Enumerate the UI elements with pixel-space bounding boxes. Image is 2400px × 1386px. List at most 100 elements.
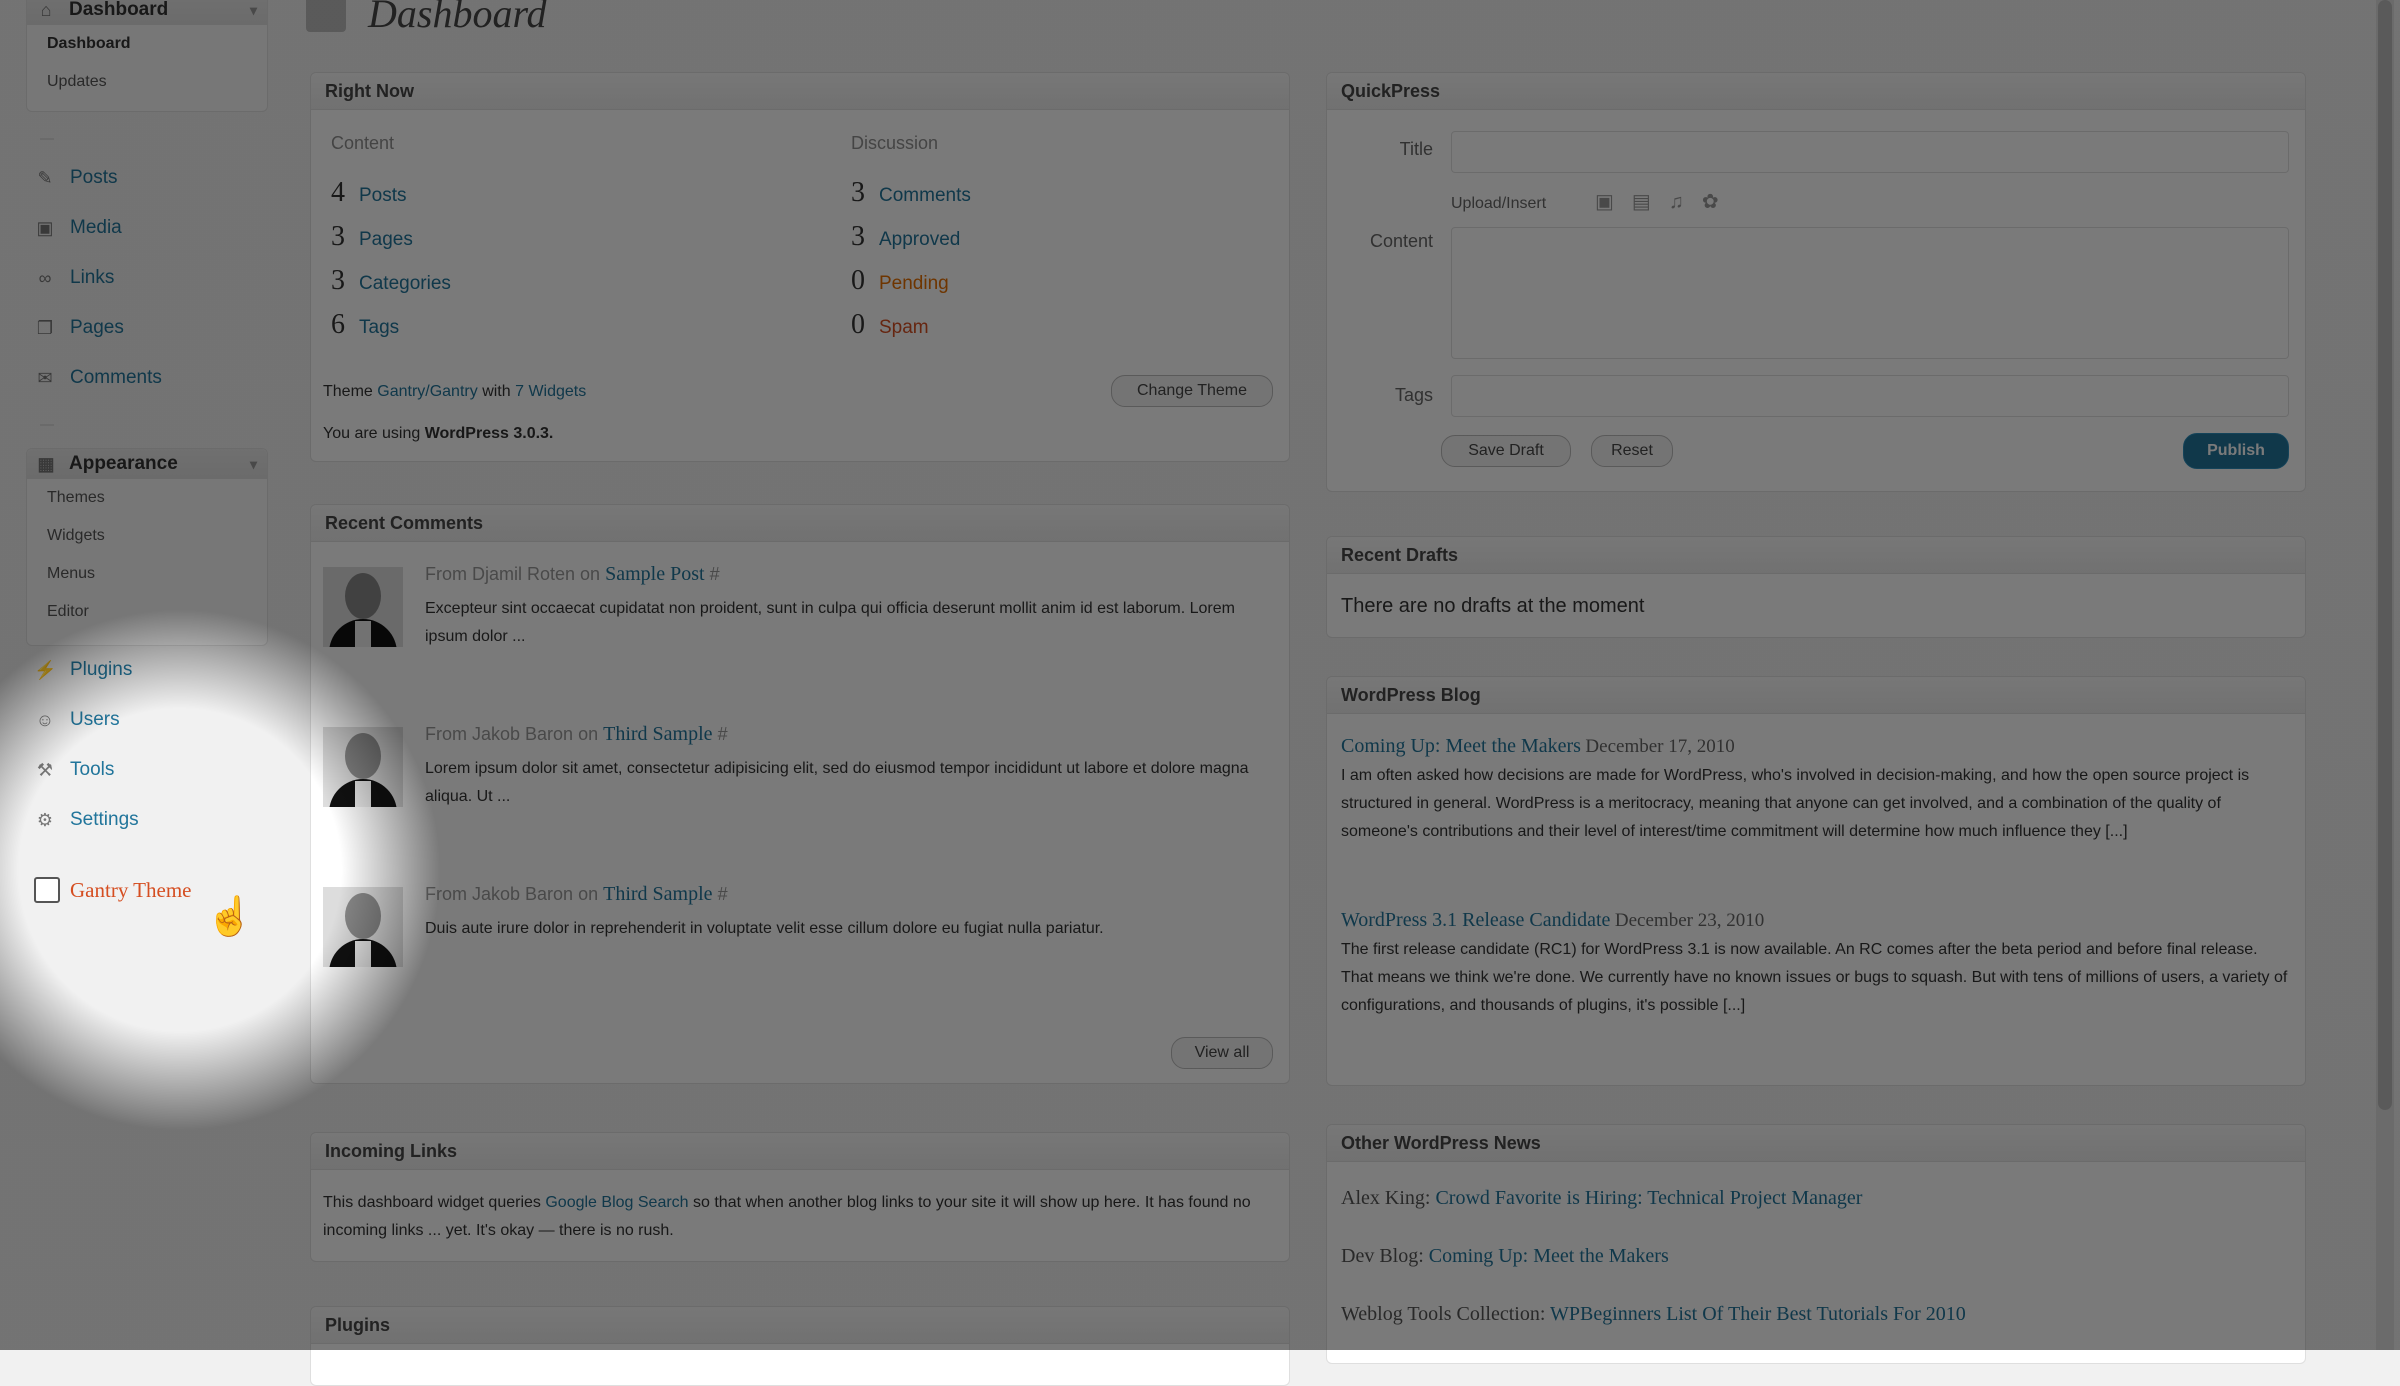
comment-item: From Jakob Baron on Third Sample # Duis … [311,877,1291,1027]
recent-drafts-title[interactable]: Recent Drafts [1327,537,2305,574]
tags-input[interactable] [1451,375,2289,417]
other-news-title[interactable]: Other WordPress News [1327,1125,2305,1162]
menu-comments[interactable]: ✉ Comments [26,356,266,400]
content-label: Content [1369,231,1433,251]
widgets-link[interactable]: 7 Widgets [515,383,586,400]
media-icon[interactable]: ✿ [1702,191,1737,213]
upload-insert-label: Upload/Insert [1451,195,1547,212]
content-textarea[interactable] [1451,227,2289,359]
stat-count: 0 [851,309,865,340]
menu-settings[interactable]: ⚙ Settings [26,798,266,842]
stat-label: Categories [359,273,451,294]
blog-post: Coming Up: Meet the Makers December 17, … [1341,735,2291,846]
comment-hash: # [717,884,728,904]
audio-icon[interactable]: ♫ [1669,191,1702,213]
stat-approved[interactable]: 3 Approved [851,221,960,253]
news-title-link[interactable]: WPBeginners List Of Their Best Tutorials… [1550,1303,1966,1325]
blog-post-title-link[interactable]: WordPress 3.1 Release Candidate [1341,909,1610,931]
view-all-button[interactable]: View all [1171,1037,1273,1069]
comment-on: on [578,724,599,744]
right-now-title[interactable]: Right Now [311,73,1289,110]
submenu-menus[interactable]: Menus [27,555,267,593]
stat-count: 3 [851,221,865,252]
settings-icon: ⚙ [36,810,54,830]
menu-pages[interactable]: ❐ Pages [26,306,266,350]
video-icon[interactable]: ▤ [1632,191,1669,213]
menu-tools[interactable]: ⚒ Tools [26,748,266,792]
menu-links[interactable]: ∞ Links [26,256,266,300]
plugins-widget: Plugins [310,1306,1290,1386]
users-icon: ☺ [35,710,55,730]
wordpress-blog-title[interactable]: WordPress Blog [1327,677,2305,714]
comment-author[interactable]: From Jakob Baron [425,884,573,904]
menu-media[interactable]: ▣ Media [26,206,266,250]
theme-name-link[interactable]: Gantry/Gantry [377,383,477,400]
menu-dashboard-label: Dashboard [69,0,169,20]
submenu-widgets[interactable]: Widgets [27,517,267,555]
comment-item: From Djamil Roten on Sample Post # Excep… [311,557,1291,707]
comment-on: on [580,564,601,584]
right-now-widget: Right Now Content Discussion 4 Posts 3 Pag… [310,72,1290,462]
stat-count: 3 [331,265,345,296]
stat-spam[interactable]: 0 Spam [851,309,929,341]
stat-posts[interactable]: 4 Posts [331,177,407,209]
incoming-links-text: This dashboard widget queries Google Blo… [323,1189,1273,1245]
google-blog-search-link[interactable]: Google Blog Search [545,1194,688,1211]
stat-count: 0 [851,265,865,296]
comment-post-link[interactable]: Third Sample [603,723,712,745]
menu-users[interactable]: ☺ Users [26,698,266,742]
news-title-link[interactable]: Crowd Favorite is Hiring: Technical Proj… [1435,1187,1862,1209]
blog-post-excerpt: The first release candidate (RC1) for Wo… [1341,941,2288,1014]
admin-sidebar: ⌂ Dashboard ▾ Dashboard Updates ✎ Posts … [0,0,300,1350]
chevron-down-icon[interactable]: ▾ [250,449,257,479]
recent-comments-title[interactable]: Recent Comments [311,505,1289,542]
menu-separator [40,138,54,140]
comment-author[interactable]: From Jakob Baron [425,724,573,744]
other-news-widget: Other WordPress News Alex King: Crowd Fa… [1326,1124,2306,1364]
title-input[interactable] [1451,131,2289,173]
change-theme-button[interactable]: Change Theme [1111,375,1273,407]
submenu-updates[interactable]: Updates [27,63,267,101]
plugins-title[interactable]: Plugins [311,1307,1289,1344]
news-title-link[interactable]: Coming Up: Meet the Makers [1429,1245,1669,1267]
comment-text: Excepteur sint occaecat cupidatat non pr… [425,600,1235,645]
menu-plugins-label: Plugins [70,659,133,680]
comment-post-link[interactable]: Third Sample [603,883,712,905]
blog-post-title-link[interactable]: Coming Up: Meet the Makers [1341,735,1581,757]
menu-links-label: Links [70,267,115,288]
reset-button[interactable]: Reset [1591,435,1673,467]
menu-appearance[interactable]: ▦ Appearance ▾ [27,449,267,479]
chevron-down-icon[interactable]: ▾ [250,0,257,25]
submenu-themes[interactable]: Themes [27,479,267,517]
menu-dashboard[interactable]: ⌂ Dashboard ▾ [27,0,267,25]
stat-pending[interactable]: 0 Pending [851,265,949,297]
save-draft-button[interactable]: Save Draft [1441,435,1571,467]
news-source: Weblog Tools Collection: [1341,1303,1546,1325]
menu-gantry-theme-label: Gantry Theme [70,878,192,902]
submenu-dashboard[interactable]: Dashboard [27,25,267,63]
stat-tags[interactable]: 6 Tags [331,309,399,341]
news-item: Alex King: Crowd Favorite is Hiring: Tec… [1341,1187,1862,1210]
image-icon[interactable]: ▣ [1595,191,1632,213]
menu-users-label: Users [70,709,120,730]
comment-author[interactable]: From Djamil Roten [425,564,575,584]
version-number: WordPress 3.0.3. [424,425,554,442]
news-item: Weblog Tools Collection: WPBeginners Lis… [1341,1303,1966,1326]
menu-posts[interactable]: ✎ Posts [26,156,266,200]
scrollbar-thumb[interactable] [2378,0,2392,1110]
comment-post-link[interactable]: Sample Post [605,563,704,585]
menu-plugins[interactable]: ⚡ Plugins [26,648,266,692]
stat-comments[interactable]: 3 Comments [851,177,971,209]
news-source: Alex King: [1341,1187,1431,1209]
stat-pages[interactable]: 3 Pages [331,221,413,253]
stat-categories[interactable]: 3 Categories [331,265,451,297]
news-source: Dev Blog: [1341,1245,1424,1267]
blog-post-excerpt: I am often asked how decisions are made … [1341,767,2250,840]
incoming-links-title[interactable]: Incoming Links [311,1133,1289,1170]
appearance-icon: ▦ [37,454,55,474]
publish-button[interactable]: Publish [2183,433,2289,469]
menu-separator [40,424,54,426]
menu-appearance-label: Appearance [69,453,178,474]
submenu-editor[interactable]: Editor [27,593,267,631]
quickpress-title[interactable]: QuickPress [1327,73,2305,110]
